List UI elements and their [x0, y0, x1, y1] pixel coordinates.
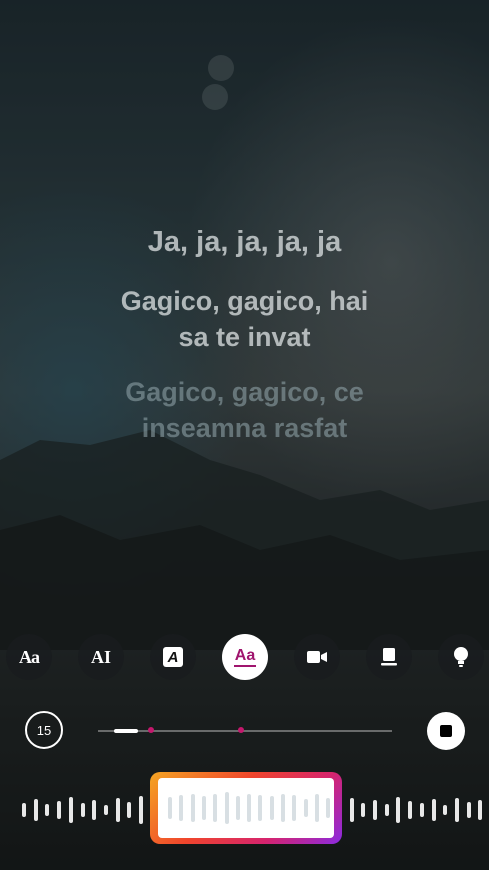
lyric-line-next-2: inseamna rasfat — [141, 413, 348, 443]
waveform-bar — [292, 795, 297, 821]
waveform-bar — [68, 797, 73, 823]
box-style-button[interactable]: A — [150, 634, 196, 680]
waveform-bar — [22, 803, 26, 817]
waveform-bar — [57, 801, 62, 819]
bold-style-glyph: AI — [90, 646, 111, 667]
lyrics-style-picker: Aa AI A Aa — [0, 634, 489, 680]
waveform-bar — [269, 796, 274, 820]
waveform-bar — [179, 795, 184, 821]
typewriter-style-button[interactable]: Aa — [6, 634, 52, 680]
waveform-bar — [247, 794, 252, 822]
typewriter-style-glyph: Aa — [19, 646, 40, 667]
lyric-line-current-2: sa te invat — [178, 322, 311, 352]
card-style-button[interactable] — [366, 634, 412, 680]
waveform-bar — [443, 805, 448, 815]
duration-button[interactable]: 15 — [25, 711, 63, 749]
waveform-bar — [168, 797, 172, 819]
karaoke-style-glyph: Aa — [233, 647, 257, 667]
waveform-bar — [384, 804, 389, 816]
bulb-icon — [454, 647, 468, 667]
waveform-bar — [139, 796, 143, 824]
lyric-line-next-1: Gagico, gagico, ce — [125, 377, 364, 407]
waveform-bar — [408, 801, 413, 819]
box-style-glyph: A — [163, 647, 183, 667]
waveform-bar — [224, 792, 229, 824]
waveform-bar — [235, 796, 240, 820]
clip-selector[interactable] — [150, 772, 342, 844]
bold-style-button[interactable]: AI — [78, 634, 124, 680]
waveform-bar — [103, 805, 108, 815]
waveform-bar — [431, 799, 436, 821]
waveform-bar — [419, 803, 424, 817]
waveform-bar — [466, 802, 471, 818]
waveform-bar — [326, 798, 331, 818]
waveform-bar — [45, 804, 50, 816]
lyric-line-previous: Ja, ja, ja, ja, ja — [147, 226, 342, 258]
video-style-button[interactable] — [294, 634, 340, 680]
duration-label: 15 — [36, 722, 52, 738]
playback-track[interactable] — [98, 727, 392, 733]
waveform-bar — [303, 799, 308, 817]
waveform-bar — [396, 797, 401, 823]
waveform-bar — [127, 802, 132, 818]
stop-icon — [440, 725, 452, 737]
waveform-bar — [33, 799, 38, 821]
waveform-bar — [115, 798, 120, 822]
waveform-bar — [314, 794, 319, 822]
video-icon — [307, 651, 327, 663]
lyric-line-current-1: Gagico, gagico, hai — [120, 286, 369, 316]
lyric-line-current: Gagico, gagico, hai sa te invat — [0, 283, 489, 355]
waveform-bar — [281, 794, 285, 822]
clip-selector-window — [158, 778, 334, 838]
lyric-marker — [238, 727, 244, 733]
bulb-style-button[interactable] — [438, 634, 484, 680]
karaoke-style-button[interactable]: Aa — [222, 634, 268, 680]
waveform-bar — [361, 803, 366, 817]
waveform-bar — [213, 794, 218, 822]
waveform-bar — [190, 794, 195, 822]
waveform-bar — [454, 798, 459, 822]
card-icon — [381, 648, 397, 666]
waveform-bar — [373, 800, 377, 820]
stop-button[interactable] — [427, 712, 465, 750]
waveform-bar — [92, 800, 97, 820]
waveform-bar — [478, 800, 483, 820]
waveform-bar — [201, 796, 206, 820]
playback-progress — [114, 729, 138, 733]
waveform-bar — [258, 795, 263, 821]
lyric-line-next: Gagico, gagico, ce inseamna rasfat — [0, 374, 489, 446]
waveform-bar — [80, 803, 85, 817]
lyric-marker — [148, 727, 154, 733]
waveform-bar — [349, 798, 354, 822]
